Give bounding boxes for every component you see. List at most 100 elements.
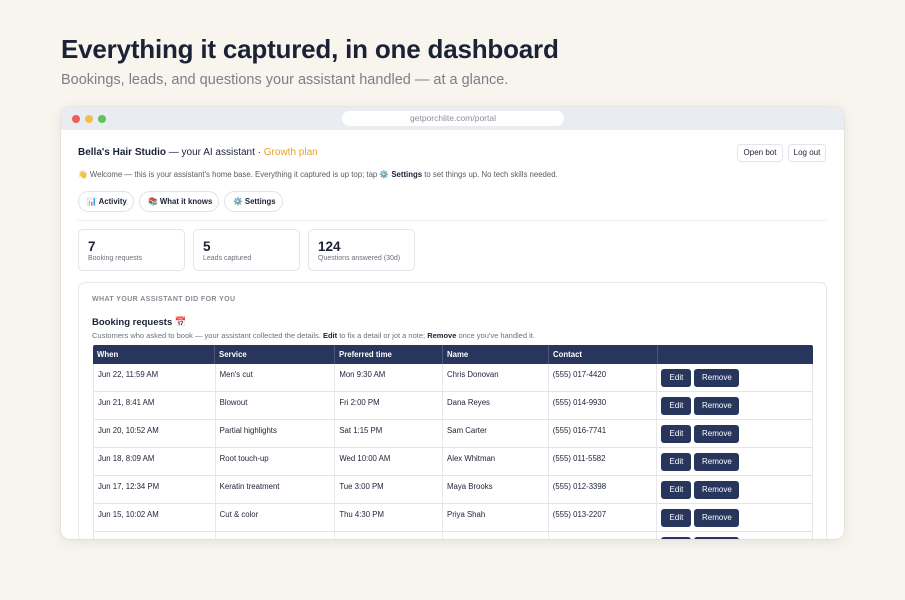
row-actions: EditRemove — [657, 504, 812, 531]
service-cell: Blowout — [216, 392, 336, 419]
table-title: Booking requests 📅 — [92, 317, 187, 328]
name-cell: Dana Reyes — [443, 392, 549, 419]
table-row: Jun 22, 11:59 AM Men's cut Mon 9:30 AM Chri… — [93, 364, 813, 392]
stat-value: 7 — [88, 239, 96, 254]
contact-cell: (555) 012-3398 — [549, 476, 658, 503]
stat-card-questions-answered: 124 Questions answered (30d) — [308, 229, 415, 271]
section-heading: WHAT YOUR ASSISTANT DID FOR YOU — [92, 296, 236, 303]
tab-what-it-knows[interactable]: 📚 What it knows — [139, 191, 219, 212]
open-bot-button[interactable]: Open bot — [737, 144, 783, 162]
contact-cell: (555) 017-4420 — [549, 364, 658, 391]
divider — [78, 220, 827, 221]
table-description: Customers who asked to book — your assis… — [92, 331, 535, 340]
stat-card-booking-requests: 7 Booking requests — [78, 229, 185, 271]
edit-button[interactable]: Edit — [661, 425, 692, 443]
plan-badge[interactable]: Growth plan — [264, 147, 318, 158]
tab-settings[interactable]: ⚙️ Settings — [224, 191, 283, 212]
table-header: When Service Preferred time Name Contact — [93, 345, 813, 364]
table-row: Jun 18, 8:09 AM Root touch-up Wed 10:00 AM… — [93, 448, 813, 476]
maximize-window-dot[interactable] — [98, 115, 106, 123]
row-actions: EditRemove — [657, 392, 812, 419]
edit-button[interactable]: Edit — [661, 453, 692, 471]
remove-button[interactable]: Remove — [694, 369, 740, 387]
calendar-icon: 📅 — [174, 317, 187, 328]
name-cell: Maya Brooks — [443, 476, 549, 503]
column-header-preferred-time: Preferred time — [335, 345, 443, 364]
row-actions: EditRemove — [657, 364, 812, 391]
close-window-dot[interactable] — [72, 115, 80, 123]
column-header-contact: Contact — [549, 345, 658, 364]
business-name: Bella's Hair Studio — [78, 147, 166, 158]
welcome-message: 👋 Welcome — this is your assistant's hom… — [78, 170, 558, 179]
browser-titlebar: getporchlite.com/portal — [61, 107, 844, 130]
table-row: Jun 13, 12:14 PMBalayageSat 11:00 AMJord… — [93, 532, 813, 539]
service-cell: Keratin treatment — [216, 476, 336, 503]
service-cell: Cut & color — [216, 504, 336, 531]
service-cell: Root touch-up — [216, 448, 336, 475]
edit-button[interactable]: Edit — [661, 369, 692, 387]
when-cell: Jun 17, 12:34 PM — [94, 476, 216, 503]
log-out-button[interactable]: Log out — [788, 144, 826, 162]
edit-button[interactable]: Edit — [661, 481, 692, 499]
booking-requests-table: When Service Preferred time Name Contact… — [93, 345, 813, 539]
edit-button[interactable]: Edit — [661, 509, 692, 527]
remove-button[interactable]: Remove — [694, 453, 740, 471]
name-cell: Jordan Mills — [443, 532, 549, 539]
business-header: Bella's Hair Studio — your AI assistant … — [78, 147, 318, 158]
stat-value: 5 — [203, 239, 211, 254]
stat-label: Questions answered (30d) — [318, 255, 401, 262]
gear-icon: ⚙️ — [233, 197, 243, 206]
preferred-time-cell: Tue 3:00 PM — [335, 476, 444, 503]
when-cell: Jun 20, 10:52 AM — [94, 420, 216, 447]
remove-button[interactable]: Remove — [694, 537, 740, 539]
gear-icon: ⚙️ — [379, 170, 390, 179]
column-header-service: Service — [215, 345, 335, 364]
stat-label: Leads captured — [203, 255, 252, 262]
stat-card-leads-captured: 5 Leads captured — [193, 229, 300, 271]
preferred-time-cell: Wed 10:00 AM — [335, 448, 444, 475]
when-cell: Jun 21, 8:41 AM — [94, 392, 216, 419]
books-icon: 📚 — [148, 197, 158, 206]
table-row: Jun 17, 12:34 PM Keratin treatment Tue 3:0… — [93, 476, 813, 504]
service-cell: Men's cut — [216, 364, 336, 391]
name-cell: Alex Whitman — [443, 448, 549, 475]
url-bar[interactable]: getporchlite.com/portal — [342, 111, 564, 126]
contact-cell: (555) 013-2207 — [549, 504, 658, 531]
edit-button[interactable]: Edit — [661, 397, 692, 415]
contact-cell: (555) 016-7741 — [549, 420, 658, 447]
service-cell: Balayage — [216, 532, 336, 539]
name-cell: Chris Donovan — [443, 364, 549, 391]
bar-chart-icon: 📊 — [87, 197, 97, 206]
table-body: Jun 22, 11:59 AM Men's cut Mon 9:30 AM Chri… — [93, 364, 813, 539]
column-header-when: When — [93, 345, 215, 364]
stat-value: 124 — [318, 239, 341, 254]
activity-panel: WHAT YOUR ASSISTANT DID FOR YOU Booking … — [78, 282, 827, 539]
preferred-time-cell: Sat 1:15 PM — [335, 420, 444, 447]
table-row: Jun 15, 10:02 AM Cut & color Thu 4:30 PM Pr… — [93, 504, 813, 532]
remove-button[interactable]: Remove — [694, 425, 740, 443]
service-cell: Partial highlights — [216, 420, 336, 447]
table-row: Jun 21, 8:41 AM Blowout Fri 2:00 PM Dana Re… — [93, 392, 813, 420]
row-actions: EditRemove — [657, 532, 812, 539]
name-cell: Priya Shah — [443, 504, 549, 531]
remove-button[interactable]: Remove — [694, 397, 740, 415]
tab-activity[interactable]: 📊 Activity — [78, 191, 134, 212]
business-tagline: — your AI assistant · — [165, 147, 264, 158]
when-cell: Jun 18, 8:09 AM — [94, 448, 216, 475]
column-header-actions — [658, 345, 813, 364]
when-cell: Jun 15, 10:02 AM — [94, 504, 216, 531]
edit-button[interactable]: Edit — [661, 537, 692, 539]
when-cell: Jun 13, 12:14 PM — [94, 532, 216, 539]
hero-subtitle: Bookings, leads, and questions your assi… — [61, 72, 509, 88]
when-cell: Jun 22, 11:59 AM — [94, 364, 216, 391]
remove-button[interactable]: Remove — [694, 509, 740, 527]
row-actions: EditRemove — [657, 448, 812, 475]
minimize-window-dot[interactable] — [85, 115, 93, 123]
table-row: Jun 20, 10:52 AM Partial highlights Sat 1:… — [93, 420, 813, 448]
preferred-time-cell: Sat 11:00 AM — [335, 532, 444, 539]
contact-cell: (555) 011-5582 — [549, 448, 658, 475]
preferred-time-cell: Fri 2:00 PM — [335, 392, 444, 419]
wave-icon: 👋 — [78, 170, 88, 179]
preferred-time-cell: Thu 4:30 PM — [335, 504, 444, 531]
remove-button[interactable]: Remove — [694, 481, 740, 499]
